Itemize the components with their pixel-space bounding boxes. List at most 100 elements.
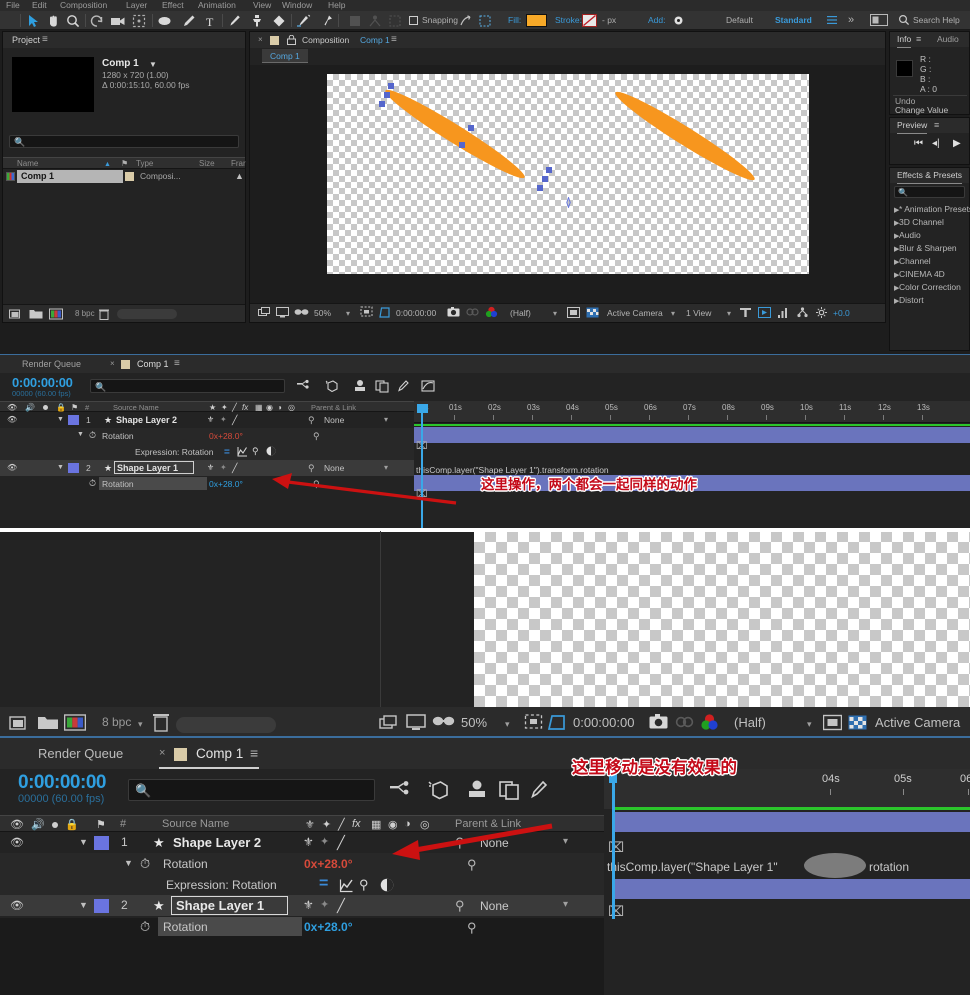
zoomed-current-time-value[interactable]: 0:00:00:00 bbox=[573, 707, 634, 738]
zoomed-camera-value[interactable]: Active Camera bbox=[875, 707, 960, 738]
disclosure-triangle-icon[interactable]: ▼ bbox=[79, 837, 88, 847]
selection-handle[interactable] bbox=[542, 176, 548, 182]
menu-item-view[interactable]: View bbox=[253, 0, 271, 11]
property-name[interactable]: Rotation bbox=[163, 920, 208, 934]
graph-editor-icon[interactable] bbox=[420, 378, 436, 396]
selection-handle[interactable] bbox=[537, 185, 543, 191]
chevron-down-icon[interactable]: ▾ bbox=[553, 304, 557, 323]
search-help-icon[interactable] bbox=[898, 14, 912, 28]
play-icon[interactable]: ▶ bbox=[953, 138, 961, 149]
column-type[interactable]: Type bbox=[136, 158, 153, 170]
exposure-reset-icon[interactable] bbox=[815, 306, 828, 321]
3d-glasses-icon[interactable] bbox=[432, 713, 455, 734]
quality-switch-icon[interactable]: ╱ bbox=[337, 898, 345, 914]
property-value[interactable]: 0x+28.0° bbox=[209, 431, 243, 441]
timeline-current-time[interactable]: 0:00:00:00 bbox=[12, 375, 73, 390]
collapse-switch-icon[interactable]: ✦ bbox=[221, 403, 228, 412]
property-value[interactable]: 0x+28.0° bbox=[209, 479, 243, 489]
motion-blur-icon[interactable] bbox=[528, 778, 552, 804]
3d-view-icon[interactable] bbox=[586, 306, 599, 321]
label-color-swatch[interactable] bbox=[94, 899, 109, 913]
timeline-search-input[interactable]: 🔍 bbox=[90, 379, 285, 393]
folder-icon[interactable] bbox=[37, 713, 59, 734]
selection-tool-icon[interactable] bbox=[26, 14, 40, 28]
label-color-swatch[interactable] bbox=[68, 415, 79, 425]
stopwatch-icon[interactable]: ⏱ bbox=[89, 430, 96, 441]
menu-item-composition[interactable]: Composition bbox=[60, 0, 107, 11]
shy-switch-icon[interactable]: ⚜ bbox=[305, 818, 315, 831]
layer-duration-bar[interactable] bbox=[612, 879, 970, 899]
expression-graph-icon[interactable] bbox=[237, 446, 248, 459]
menu-item-layer[interactable]: Layer bbox=[126, 0, 147, 11]
menu-item-edit[interactable]: Edit bbox=[32, 0, 47, 11]
transparency-grid-icon[interactable] bbox=[567, 306, 580, 321]
timeline-panel-menu-icon[interactable]: ≡ bbox=[174, 355, 180, 373]
anchor-point-icon[interactable] bbox=[563, 197, 574, 210]
comp-flowchart-icon[interactable] bbox=[796, 306, 809, 321]
expression-text-b[interactable]: rotation bbox=[869, 860, 909, 874]
eye-icon[interactable]: 👁 bbox=[10, 899, 24, 912]
lock-icon[interactable]: 🔒 bbox=[65, 818, 79, 831]
effects-panel-title[interactable]: Effects & Presets bbox=[897, 168, 962, 184]
snapshot-icon[interactable] bbox=[649, 713, 668, 732]
parent-value[interactable]: None bbox=[480, 899, 509, 913]
stroke-color-swatch[interactable] bbox=[582, 14, 597, 27]
menu-item-effect[interactable]: Effect bbox=[162, 0, 184, 11]
expression-language-menu-icon[interactable] bbox=[266, 446, 276, 458]
first-frame-icon[interactable]: ⏮ bbox=[914, 138, 923, 149]
menu-item-file[interactable]: File bbox=[6, 0, 20, 11]
chevron-down-icon[interactable]: ▾ bbox=[563, 899, 568, 910]
chevron-down-icon[interactable]: ▾ bbox=[671, 304, 675, 323]
effects-item-cinema-4d[interactable]: CINEMA 4D bbox=[899, 269, 945, 279]
fill-color-swatch[interactable] bbox=[526, 14, 547, 27]
property-name[interactable]: Rotation bbox=[102, 479, 134, 489]
draft-3d-icon[interactable] bbox=[324, 378, 340, 396]
motion-blur-switch-icon[interactable]: ◉ bbox=[266, 403, 273, 412]
collapse-switch-icon[interactable]: ✦ bbox=[322, 818, 331, 831]
shy-switch-icon[interactable]: ⚜ bbox=[207, 415, 214, 424]
camera-value[interactable]: Active Camera bbox=[607, 304, 663, 323]
chevron-down-icon[interactable]: ▾ bbox=[346, 304, 350, 323]
playhead[interactable] bbox=[612, 769, 615, 919]
stroke-width-value[interactable]: - px bbox=[602, 11, 616, 30]
collapse-switch-icon[interactable]: ✦ bbox=[220, 463, 227, 472]
delete-icon[interactable] bbox=[153, 713, 169, 734]
search-help-label[interactable]: Search Help bbox=[913, 11, 960, 30]
zoomed-column-index[interactable]: # bbox=[120, 816, 126, 833]
layers-icon[interactable] bbox=[258, 306, 271, 321]
layer-name[interactable]: Shape Layer 2 bbox=[173, 835, 261, 850]
audio-icon[interactable]: 🔊 bbox=[25, 403, 35, 412]
menu-item-window[interactable]: Window bbox=[282, 0, 312, 11]
delete-icon[interactable] bbox=[99, 309, 109, 322]
resolution-value[interactable]: (Half) bbox=[510, 304, 531, 323]
selection-handle[interactable] bbox=[459, 142, 465, 148]
new-folder-icon[interactable] bbox=[9, 713, 31, 734]
stopwatch-icon[interactable]: ⏱ bbox=[140, 856, 150, 872]
adjustment-switch-icon[interactable]: ◑ bbox=[277, 403, 282, 412]
eye-icon[interactable]: 👁 bbox=[7, 415, 17, 424]
shy-switch-icon[interactable]: ⚜ bbox=[303, 898, 314, 912]
workspace-standard[interactable]: Standard bbox=[775, 11, 812, 30]
workspace-preset-icon[interactable] bbox=[870, 14, 888, 28]
disclosure-triangle-icon[interactable]: ▼ bbox=[57, 416, 64, 423]
quality-switch-icon[interactable]: ╱ bbox=[337, 835, 345, 851]
transparency-grid-icon[interactable] bbox=[823, 713, 842, 734]
effects-item-channel[interactable]: Channel bbox=[899, 256, 931, 266]
audio-icon[interactable]: 🔊 bbox=[31, 818, 45, 831]
timeline-icon[interactable] bbox=[777, 306, 790, 321]
frame-blending-icon[interactable] bbox=[374, 378, 390, 396]
property-name[interactable]: Rotation bbox=[163, 857, 208, 871]
show-snapshot-icon[interactable] bbox=[675, 713, 694, 732]
parent-pickwhip-icon[interactable]: ⚲ bbox=[308, 415, 315, 426]
new-composition-icon[interactable] bbox=[49, 308, 63, 322]
3d-glasses-icon[interactable] bbox=[294, 306, 309, 321]
effects-item-color-correction[interactable]: Color Correction bbox=[899, 282, 961, 292]
menu-item-animation[interactable]: Animation bbox=[198, 0, 236, 11]
brush-tool-icon[interactable] bbox=[227, 14, 241, 28]
project-footer-slider[interactable] bbox=[117, 309, 177, 319]
effects-switch-icon[interactable]: fx bbox=[352, 818, 361, 830]
collapse-switch-icon[interactable]: ✦ bbox=[320, 898, 329, 911]
selection-handle[interactable] bbox=[384, 92, 390, 98]
motion-blur-icon[interactable] bbox=[396, 378, 412, 396]
grid-guides-icon[interactable] bbox=[360, 306, 373, 321]
